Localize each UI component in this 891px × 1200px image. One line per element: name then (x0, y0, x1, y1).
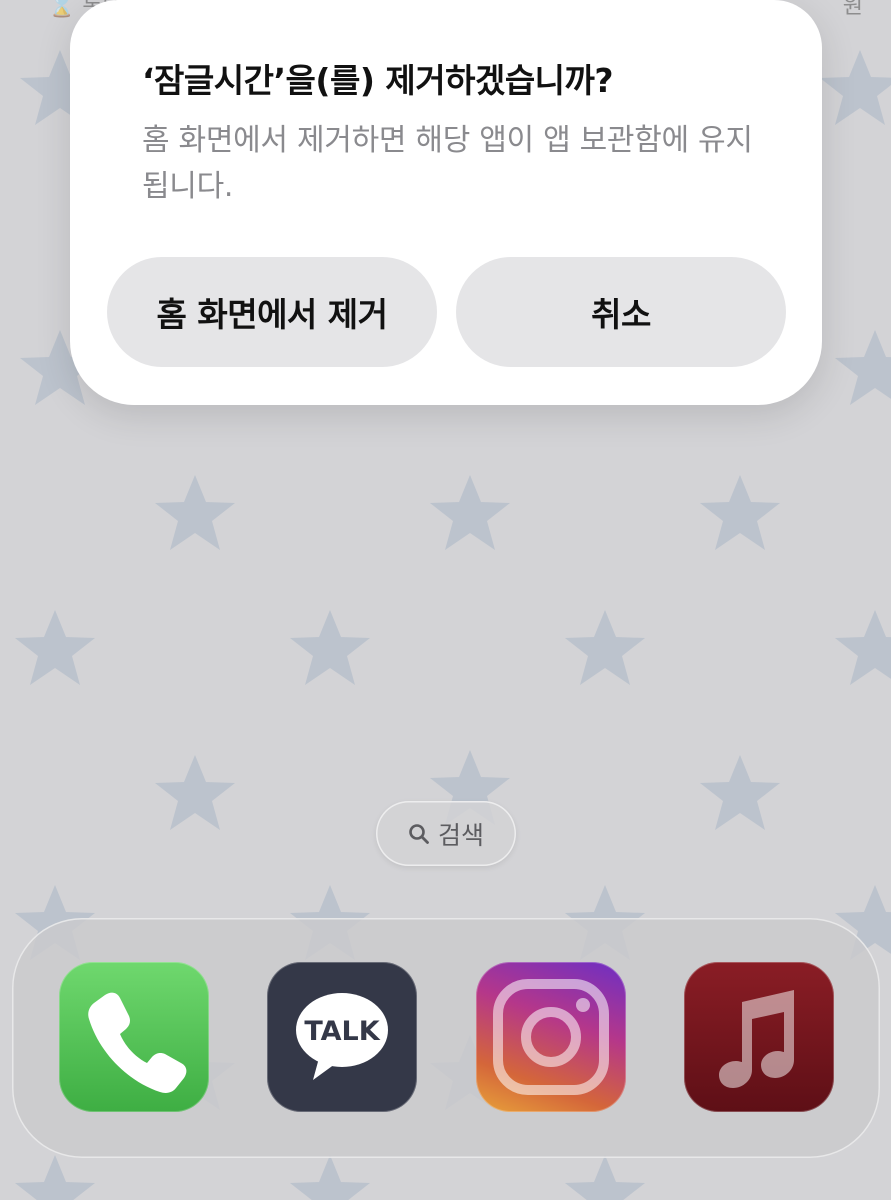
talk-badge-text: TALK (304, 1016, 380, 1047)
search-label: 검색 (437, 820, 484, 850)
alert-title: ‘잠글시간’을(를) 제거하겠습니까? (142, 61, 614, 100)
kakaotalk-app-icon[interactable]: TALK (267, 962, 417, 1112)
remove-from-home-button[interactable]: 홈 화면에서 제거 (107, 257, 437, 367)
home-search-button[interactable]: 검색 (376, 801, 516, 866)
phone-app-icon[interactable] (59, 962, 209, 1112)
dock: TALK (12, 918, 880, 1158)
music-note-icon (719, 990, 794, 1088)
phone-icon (88, 992, 187, 1093)
instagram-app-icon[interactable] (476, 962, 626, 1112)
status-bar-right: 원 (842, 0, 863, 19)
home-screen: ⌛ 롯데 원 ‘잠글시간’을(를) 제거하겠습니까? 홈 화면에서 제거하면 해… (0, 0, 891, 1200)
cancel-button[interactable]: 취소 (456, 257, 786, 367)
remove-app-alert: ‘잠글시간’을(를) 제거하겠습니까? 홈 화면에서 제거하면 해당 앱이 앱 … (70, 0, 822, 405)
music-app-icon[interactable] (684, 962, 834, 1112)
talk-bubble-icon: TALK (296, 993, 388, 1080)
magnifying-glass-icon (409, 823, 429, 844)
alert-message: 홈 화면에서 제거하면 해당 앱이 앱 보관함에 유지됩니다. (142, 123, 753, 204)
camera-outline-icon (493, 979, 609, 1095)
